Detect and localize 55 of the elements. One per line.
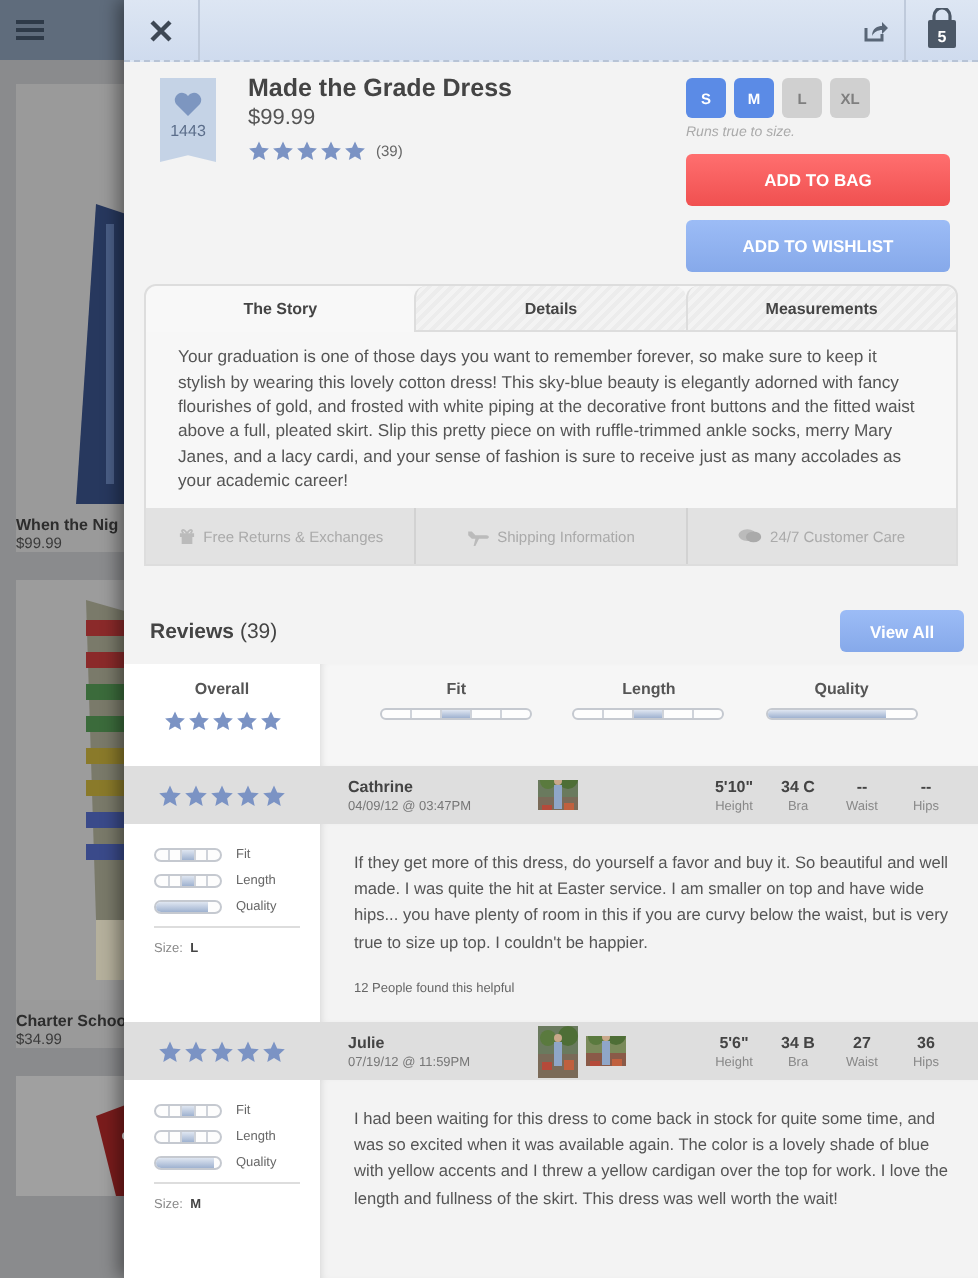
reviews-heading: Reviews (39) bbox=[150, 619, 278, 644]
overall-label: Overall bbox=[194, 680, 250, 699]
star-icon bbox=[163, 710, 185, 733]
star-icon bbox=[272, 140, 294, 162]
reviewer-name: Julie bbox=[348, 1033, 387, 1051]
star-icon bbox=[235, 710, 257, 733]
favorite-ribbon[interactable]: 1443 bbox=[160, 78, 216, 162]
star-icon bbox=[187, 710, 209, 733]
tab[interactable]: Details bbox=[414, 286, 686, 333]
plane-icon bbox=[467, 527, 490, 546]
star-icon bbox=[210, 1039, 234, 1063]
star-icon bbox=[184, 1039, 208, 1063]
star-icon bbox=[210, 783, 234, 807]
star-icon bbox=[211, 710, 233, 733]
chat-icon bbox=[738, 528, 763, 545]
metric-label: Quality bbox=[814, 680, 869, 699]
star-icon bbox=[184, 783, 208, 807]
measurement-value: 5'6" bbox=[717, 1033, 751, 1051]
star-icon bbox=[158, 783, 182, 807]
star-icon bbox=[344, 140, 366, 162]
metric-label: Length bbox=[622, 680, 676, 699]
review-text: If they get more of this dress, do yourself a favor and buy it. So beautiful and well made. I was quite the hit at Easter service. I am smaller on top and have wide hips... you have plenty of room in this if you are curvy below the waist, but is very true to size up top. I couldn't be happier. bbox=[354, 850, 950, 956]
tab[interactable]: Measurements bbox=[685, 286, 956, 333]
add-to-wishlist-button[interactable]: ADD TO WISHLIST bbox=[686, 220, 950, 272]
star-icon bbox=[262, 783, 286, 807]
measurement-value: -- bbox=[854, 777, 870, 795]
measurement-value: -- bbox=[918, 777, 934, 795]
bag-count: 5 bbox=[937, 27, 947, 45]
bag-button[interactable]: 5 bbox=[906, 0, 978, 60]
star-icon bbox=[236, 783, 260, 807]
measurement-value: 27 bbox=[851, 1033, 873, 1051]
add-to-bag-button[interactable]: ADD TO BAG bbox=[686, 154, 950, 206]
reviewer-name: Cathrine bbox=[348, 777, 415, 795]
star-icon bbox=[158, 1039, 182, 1063]
star-icon bbox=[320, 140, 342, 162]
share-icon bbox=[863, 19, 887, 41]
product-price: $99.99 bbox=[248, 106, 318, 130]
bag-icon bbox=[926, 8, 958, 48]
product-title: Made the Grade Dress bbox=[248, 74, 514, 102]
measurement-value: 5'10" bbox=[712, 777, 756, 795]
measurement-value: 34 C bbox=[779, 777, 817, 795]
measurement-value: 34 B bbox=[779, 1033, 817, 1051]
star-icon bbox=[248, 140, 270, 162]
review-text: I had been waiting for this dress to come back in stock for quite some time, and was so excited when it was available again. The color is a lovely shade of blue with yellow accents and I threw a yellow cardigan over the top for work. I love the length and fullness of the skirt. This dress was well worth the wait! bbox=[354, 1106, 950, 1212]
star-icon bbox=[259, 710, 281, 733]
view-all-button[interactable]: View All bbox=[840, 610, 964, 653]
star-icon bbox=[262, 1039, 286, 1063]
close-icon bbox=[150, 19, 172, 41]
metric-label: Fit bbox=[446, 680, 467, 699]
star-icon bbox=[236, 1039, 260, 1063]
gift-icon bbox=[177, 528, 196, 545]
measurement-value: 36 bbox=[915, 1033, 937, 1051]
heart-icon bbox=[174, 92, 202, 116]
star-icon bbox=[296, 140, 318, 162]
story-text: Your graduation is one of those days you want to remember forever, so make sure to keep it stylish by wearing this lovely cotton dress! This sky-blue beauty is elegantly adorned with fancy flourishes of gold, and frosted with white piping at the decorative front buttons and the fitted waist above a full, pleated skirt. Slip this pretty piece on with ruffle-trimmed ankle socks, merry Mary Janes, and a lacy cardi, and your sense of fashion is sure to receive just as many accolades as your academic career! bbox=[176, 344, 917, 494]
